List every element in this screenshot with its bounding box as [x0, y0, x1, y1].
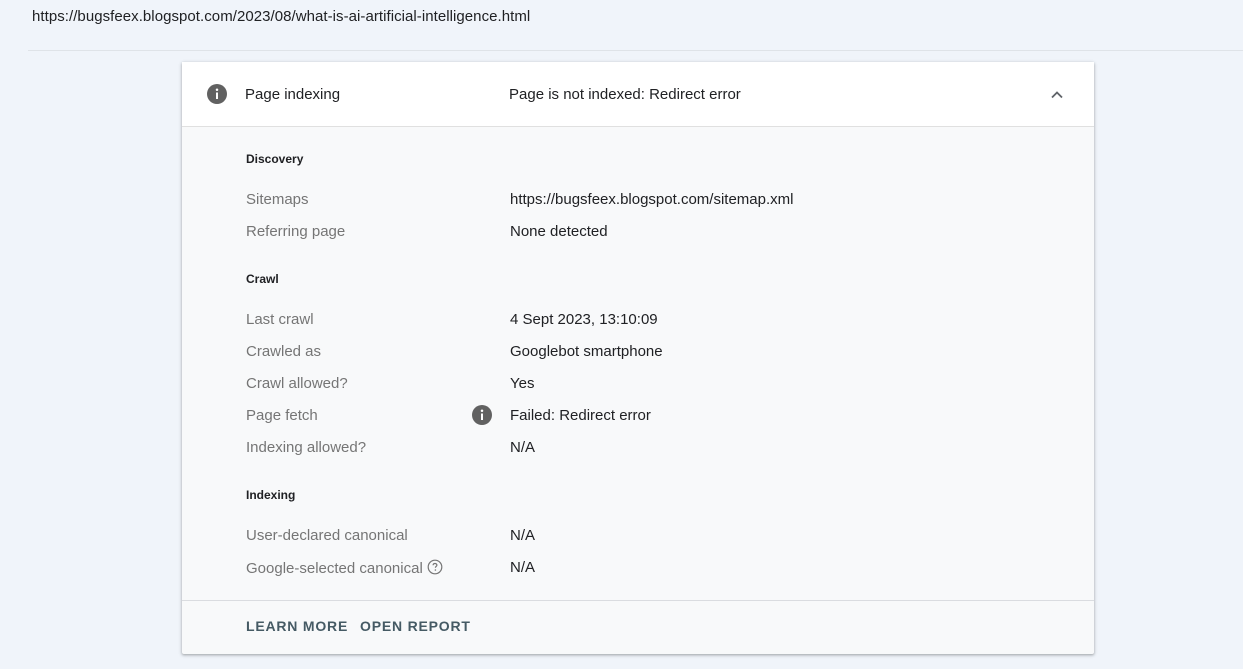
- page-fetch-value: Failed: Redirect error: [510, 407, 651, 424]
- referring-page-label: Referring page: [246, 223, 346, 240]
- google-canonical-row-label: Google-selected canonical: [246, 559, 443, 577]
- chevron-up-icon[interactable]: [1046, 84, 1068, 106]
- last-crawl-value: 4 Sept 2023, 13:10:09: [510, 311, 658, 328]
- indexing-title: Indexing: [246, 488, 296, 502]
- google-canonical-value: N/A: [510, 559, 536, 576]
- discovery-title: Discovery: [246, 152, 304, 166]
- crawled-as-value: Googlebot smartphone: [510, 343, 663, 360]
- help-icon[interactable]: [427, 559, 443, 575]
- indexing-status: Page is not indexed: Redirect error: [509, 86, 741, 103]
- indexing-allowed-value: N/A: [510, 439, 536, 456]
- learn-more-button[interactable]: LEARN MORE: [246, 618, 348, 634]
- footer-divider: [182, 600, 1094, 601]
- sitemaps-label: Sitemaps: [246, 191, 309, 208]
- crawl-allowed-value: Yes: [510, 375, 535, 392]
- section-heading: Page indexing: [245, 86, 341, 103]
- inspected-url: https://bugsfeex.blogspot.com/2023/08/wh…: [32, 8, 531, 25]
- url-divider: [28, 50, 1243, 51]
- crawl-allowed-label: Crawl allowed?: [246, 375, 348, 392]
- google-canonical-label: Google-selected canonical: [246, 560, 423, 577]
- indexing-allowed-label: Indexing allowed?: [246, 439, 367, 456]
- page-fetch-info-icon[interactable]: [472, 405, 492, 425]
- page-fetch-label: Page fetch: [246, 407, 318, 424]
- open-report-button[interactable]: OPEN REPORT: [360, 618, 471, 634]
- sitemaps-value: https://bugsfeex.blogspot.com/sitemap.xm…: [510, 191, 794, 208]
- last-crawl-label: Last crawl: [246, 311, 314, 328]
- user-canonical-label: User-declared canonical: [246, 527, 408, 544]
- info-icon: [207, 84, 227, 104]
- crawled-as-label: Crawled as: [246, 343, 322, 360]
- page-indexing-header[interactable]: Page indexing Page is not indexed: Redir…: [182, 62, 1094, 127]
- crawl-title: Crawl: [246, 272, 279, 286]
- user-canonical-value: N/A: [510, 527, 536, 544]
- referring-page-value: None detected: [510, 223, 608, 240]
- page-indexing-card: Page indexing Page is not indexed: Redir…: [182, 62, 1094, 654]
